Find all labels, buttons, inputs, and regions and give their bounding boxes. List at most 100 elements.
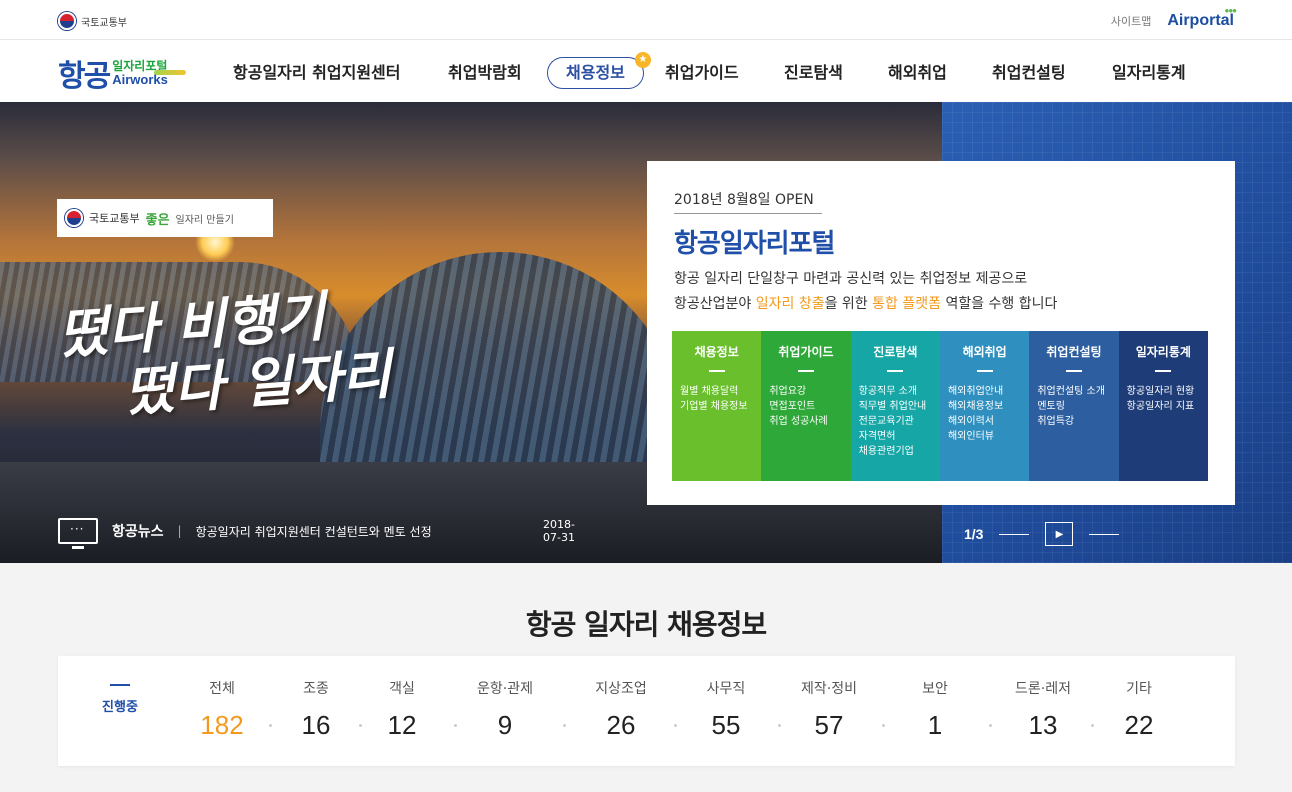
- nav-item-support-center[interactable]: 항공일자리 취업지원센터: [233, 58, 401, 88]
- airportal-logo-link[interactable]: Airportal ●●●: [1167, 6, 1237, 30]
- news-headline[interactable]: 항공일자리 취업지원센터 컨설턴트와 멘토 선정: [196, 523, 432, 540]
- col-link[interactable]: 항공직무 소개: [859, 384, 940, 399]
- ongoing-label: 진행중: [102, 700, 138, 715]
- category-count: 22: [1124, 710, 1154, 740]
- main-navigation: 항공 일자리포털 Airworks 항공일자리 취업지원센터 취업박람회 채용정…: [0, 40, 1292, 102]
- hero-calligraphy: 떴다 비행기 떴다 일자리: [56, 281, 393, 428]
- category-item[interactable]: 사무직 55: [686, 678, 766, 741]
- separator-dot: [454, 724, 457, 727]
- service-col-job-info[interactable]: 채용정보 월별 채용달력 기업별 채용정보: [672, 331, 762, 481]
- play-button[interactable]: ▶: [1045, 522, 1074, 546]
- nav-item-career-guide[interactable]: 취업가이드: [665, 58, 739, 88]
- col-items: 항공직무 소개 직무별 취업안내 전문교육기관 자격면허 채용관련기업: [851, 384, 940, 459]
- col-link[interactable]: 취업컨설팅 소개: [1037, 384, 1118, 399]
- airplane-icon: [154, 70, 186, 75]
- category-label: 제작·정비: [801, 681, 857, 697]
- separator-dot: [269, 724, 272, 727]
- category-count: 182: [200, 710, 244, 740]
- col-title: 해외취업: [962, 345, 1007, 359]
- sitemap-link[interactable]: 사이트맵: [1111, 13, 1151, 29]
- nav-item-career-explore[interactable]: 진로탐색: [784, 58, 843, 88]
- divider: [797, 370, 814, 372]
- gov-logo[interactable]: 국토교통부: [58, 12, 127, 30]
- col-link[interactable]: 면접포인트: [769, 399, 850, 414]
- col-link[interactable]: 자격면허: [859, 429, 940, 444]
- col-link[interactable]: 해외인터뷰: [948, 429, 1029, 444]
- campaign-badge: 국토교통부 좋은 일자리 만들기: [57, 199, 273, 237]
- col-link[interactable]: 멘토링: [1037, 399, 1118, 414]
- logo-sub-en: Airworks: [112, 72, 168, 87]
- category-label: 조종: [303, 681, 329, 697]
- separator-dot: [1091, 724, 1094, 727]
- desc-highlight-1: 일자리 창출: [755, 296, 825, 312]
- badge-gov-label: 국토교통부: [89, 212, 140, 225]
- nav-item-statistics[interactable]: 일자리통계: [1112, 58, 1186, 88]
- category-item[interactable]: 객실 12: [362, 678, 442, 741]
- category-item[interactable]: 지상조업 26: [581, 678, 661, 741]
- col-link[interactable]: 해외채용정보: [948, 399, 1029, 414]
- col-link[interactable]: 항공일자리 지표: [1127, 399, 1208, 414]
- next-arrow-icon[interactable]: [1089, 533, 1120, 535]
- top-utility-bar: 국토교통부 사이트맵 Airportal ●●●: [0, 0, 1292, 40]
- service-col-career-guide[interactable]: 취업가이드 취업요강 면접포인트 취업 성공사례: [761, 331, 851, 481]
- top-links: 사이트맵 Airportal ●●●: [1111, 6, 1237, 30]
- ongoing-tab[interactable]: 진행중: [98, 684, 142, 715]
- service-col-career-explore[interactable]: 진로탐색 항공직무 소개 직무별 취업안내 전문교육기관 자격면허 채용관련기업: [850, 331, 940, 481]
- category-label: 사무직: [706, 681, 746, 697]
- separator-dot: [359, 724, 362, 727]
- category-count: 57: [814, 710, 844, 740]
- category-item[interactable]: 기타 22: [1099, 678, 1179, 741]
- nav-item-consulting[interactable]: 취업컨설팅: [992, 58, 1066, 88]
- divider: [976, 370, 993, 372]
- col-link[interactable]: 취업요강: [769, 384, 850, 399]
- separator-dot: [674, 724, 677, 727]
- col-title: 취업가이드: [778, 345, 834, 359]
- col-link[interactable]: 취업 성공사례: [769, 414, 850, 429]
- category-item[interactable]: 보안 1: [895, 678, 975, 741]
- col-link[interactable]: 항공일자리 현황: [1127, 384, 1208, 399]
- desc-line2-b: 을 위한: [824, 296, 873, 312]
- service-col-statistics[interactable]: 일자리통계 항공일자리 현황 항공일자리 지표: [1118, 331, 1208, 481]
- nav-item-job-fair[interactable]: 취업박람회: [448, 58, 522, 88]
- portal-intro-card: 2018년 8월8일 OPEN 항공일자리포털 항공 일자리 단일창구 마련과 …: [647, 161, 1235, 505]
- desc-line2-c: 역할을 수행 합니다: [941, 296, 1058, 312]
- divider: [1065, 370, 1082, 372]
- col-link[interactable]: 기업별 채용정보: [680, 399, 761, 414]
- col-link[interactable]: 해외취업안내: [948, 384, 1029, 399]
- col-link[interactable]: 월별 채용달력: [680, 384, 761, 399]
- divider: |: [177, 524, 182, 538]
- divider: [708, 370, 725, 372]
- col-link[interactable]: 직무별 취업안내: [859, 399, 940, 414]
- category-count: 1: [927, 710, 943, 740]
- logo-main-text: 항공: [58, 59, 111, 94]
- category-label: 보안: [922, 681, 948, 697]
- play-icon: ▶: [1055, 528, 1064, 540]
- category-label: 운항·관제: [477, 681, 533, 697]
- category-item[interactable]: 제작·정비 57: [789, 678, 869, 741]
- category-label: 지상조업: [595, 681, 647, 697]
- category-item[interactable]: 전체 182: [182, 678, 262, 741]
- category-item[interactable]: 조종 16: [276, 678, 356, 741]
- category-item[interactable]: 드론·레저 13: [1003, 678, 1083, 741]
- category-item[interactable]: 운항·관제 9: [465, 678, 545, 741]
- news-ticker[interactable]: 항공뉴스 | 항공일자리 취업지원센터 컨설턴트와 멘토 선정 2018-07-…: [58, 518, 575, 549]
- badge-slogan2: 일자리 만들기: [175, 214, 234, 226]
- site-logo[interactable]: 항공 일자리포털 Airworks: [58, 54, 186, 94]
- taeguk-icon: [58, 12, 76, 30]
- nav-item-overseas[interactable]: 해외취업: [888, 58, 947, 88]
- service-col-overseas[interactable]: 해외취업 해외취업안내 해외채용정보 해외이력서 해외인터뷰: [939, 331, 1030, 481]
- prev-arrow-icon[interactable]: [999, 533, 1030, 535]
- col-link[interactable]: 채용관련기업: [859, 444, 940, 459]
- nav-item-job-info[interactable]: 채용정보 ★: [547, 52, 651, 89]
- news-date: 2018-07-31: [543, 518, 575, 544]
- service-col-consulting[interactable]: 취업컨설팅 취업컨설팅 소개 멘토링 취업특강: [1029, 331, 1119, 481]
- col-title: 채용정보: [694, 345, 739, 359]
- col-title: 진로탐색: [873, 345, 918, 359]
- category-count: 9: [497, 710, 513, 740]
- jobs-summary-box: 진행중 전체 182 조종 16 객실 12 운항·관제 9 지상조업 26 사무직 55 제작·정비 5…: [58, 656, 1235, 766]
- col-link[interactable]: 취업특강: [1037, 414, 1118, 429]
- col-link[interactable]: 전문교육기관: [859, 414, 940, 429]
- col-items: 월별 채용달력 기업별 채용정보: [672, 384, 761, 414]
- category-label: 드론·레저: [1015, 681, 1071, 697]
- col-link[interactable]: 해외이력서: [948, 414, 1029, 429]
